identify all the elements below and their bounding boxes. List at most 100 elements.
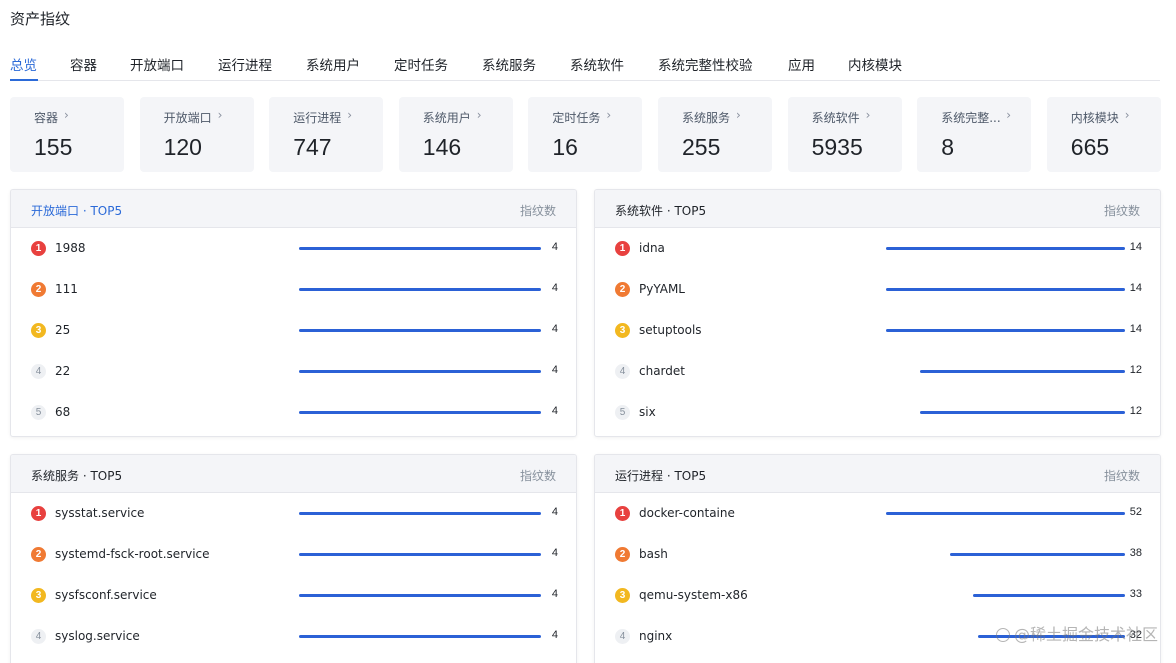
- panel-title: 系统服务 · TOP5: [31, 469, 123, 483]
- stat-card[interactable]: 运行进程 › 747: [269, 97, 384, 172]
- chevron-right-icon: ›: [606, 108, 612, 122]
- value-bar: [886, 512, 1125, 515]
- stat-card[interactable]: 内核模块 › 665: [1046, 97, 1161, 172]
- stat-card[interactable]: 系统服务 › 255: [658, 97, 772, 172]
- value-bar: [299, 247, 541, 250]
- chevron-right-icon: ›: [1006, 108, 1011, 122]
- list-item[interactable]: 4 chardet 12: [595, 364, 1160, 405]
- tab-item[interactable]: 系统软件: [570, 54, 624, 74]
- panel-header: 运行进程 · TOP5 指纹数: [595, 455, 1160, 493]
- stat-card-label: 系统服务: [682, 111, 731, 125]
- rank-badge: 1: [31, 241, 46, 256]
- value-bar: [886, 247, 1125, 250]
- value-bar: [886, 329, 1125, 332]
- tab-item[interactable]: 容器: [70, 54, 97, 74]
- list-item[interactable]: 5 six 12: [595, 405, 1160, 436]
- panel-metric-label: 指纹数: [519, 469, 556, 483]
- tab-item[interactable]: 系统用户: [306, 54, 360, 74]
- item-name: 25: [55, 323, 71, 337]
- stat-card[interactable]: 系统用户 › 146: [398, 97, 513, 172]
- item-value: 4: [551, 323, 558, 335]
- chevron-right-icon: ›: [1124, 108, 1130, 122]
- item-value: 4: [551, 629, 558, 641]
- rank-badge: 4: [31, 364, 46, 379]
- list-item[interactable]: 1 docker-containe 52: [595, 506, 1160, 547]
- list-item[interactable]: 1 sysstat.service 4: [11, 506, 576, 547]
- stat-card-value: 146: [422, 134, 462, 160]
- item-value: 38: [1129, 547, 1142, 559]
- list-item[interactable]: 4 syslog.service 4: [11, 629, 576, 663]
- stat-card-label: 系统软件: [811, 111, 860, 125]
- chevron-right-icon: ›: [64, 108, 69, 122]
- chevron-right-icon: ›: [217, 108, 223, 122]
- item-value: 4: [551, 506, 558, 518]
- value-bar: [920, 370, 1125, 373]
- list-item[interactable]: 2 PyYAML 14: [595, 282, 1160, 323]
- item-name: syslog.service: [55, 629, 140, 643]
- panel-header: 开放端口 · TOP5 指纹数: [11, 190, 576, 228]
- tab-item[interactable]: 系统服务: [482, 54, 536, 74]
- list-item[interactable]: 2 111 4: [11, 282, 576, 323]
- item-name: 22: [55, 364, 71, 378]
- item-name: bash: [639, 547, 668, 561]
- stat-card-label: 开放端口: [163, 111, 212, 125]
- stat-card-label: 定时任务: [552, 111, 601, 125]
- list-item[interactable]: 2 systemd-fsck-root.service 4: [11, 547, 576, 588]
- value-bar: [299, 329, 541, 332]
- item-value: 14: [1129, 282, 1142, 294]
- item-value: 4: [551, 241, 558, 253]
- tab-item[interactable]: 内核模块: [848, 54, 902, 74]
- tab-item[interactable]: 定时任务: [394, 54, 448, 74]
- item-name: sysstat.service: [55, 506, 145, 520]
- rank-badge: 4: [615, 629, 630, 644]
- panel-title[interactable]: 开放端口 · TOP5: [31, 202, 122, 219]
- rank-badge: 4: [31, 629, 46, 644]
- value-bar: [973, 594, 1125, 597]
- list-item[interactable]: 5 68 4: [11, 405, 576, 436]
- panel-title: 系统软件 · TOP5: [615, 204, 707, 218]
- stat-card-value: 120: [163, 134, 202, 160]
- rank-badge: 1: [615, 241, 630, 256]
- item-name: sysfsconf.service: [55, 588, 157, 602]
- list-item[interactable]: 1 1988 4: [11, 241, 576, 282]
- list-item[interactable]: 2 bash 38: [595, 547, 1160, 588]
- stat-card[interactable]: 系统完整... › 8: [917, 97, 1032, 172]
- tab-item[interactable]: 应用: [788, 54, 815, 74]
- chevron-right-icon: ›: [347, 108, 352, 122]
- tab-item[interactable]: 系统完整性校验: [658, 54, 753, 74]
- tab-item[interactable]: 开放端口: [130, 54, 184, 74]
- item-name: 68: [55, 405, 71, 419]
- stat-card[interactable]: 定时任务 › 16: [528, 97, 643, 172]
- item-name: setuptools: [639, 323, 702, 337]
- stat-card[interactable]: 系统软件 › 5935: [787, 97, 902, 172]
- list-item[interactable]: 4 22 4: [11, 364, 576, 405]
- rank-badge: 2: [615, 547, 630, 562]
- list-item[interactable]: 1 idna 14: [595, 241, 1160, 282]
- top5-panel: 系统服务 · TOP5 指纹数 1 sysstat.service 4 2 systemd-…: [10, 454, 577, 663]
- list-item[interactable]: 3 sysfsconf.service 4: [11, 588, 576, 629]
- list-item[interactable]: 3 25 4: [11, 323, 576, 364]
- rank-badge: 5: [31, 405, 46, 420]
- stat-card[interactable]: 开放端口 › 120: [139, 97, 254, 172]
- value-bar: [299, 594, 541, 597]
- item-value: 14: [1129, 241, 1142, 253]
- rank-badge: 2: [31, 282, 46, 297]
- rank-badge: 3: [615, 588, 630, 603]
- value-bar: [299, 512, 541, 515]
- rank-badge: 1: [615, 506, 630, 521]
- chevron-right-icon: ›: [865, 108, 871, 122]
- stat-card-label: 系统完整...: [941, 111, 1001, 125]
- rank-badge: 3: [31, 588, 46, 603]
- item-value: 12: [1129, 405, 1142, 417]
- tab-overview[interactable]: 总览: [10, 54, 37, 74]
- stat-card[interactable]: 容器 › 155: [10, 97, 124, 172]
- tab-item[interactable]: 运行进程: [218, 54, 272, 74]
- stat-card-value: 8: [941, 134, 954, 160]
- rank-badge: 4: [615, 364, 630, 379]
- list-item[interactable]: 3 setuptools 14: [595, 323, 1160, 364]
- value-bar: [299, 370, 541, 373]
- item-name: nginx: [639, 629, 673, 643]
- chevron-right-icon: ›: [736, 108, 741, 122]
- item-name: docker-containe: [639, 506, 735, 520]
- panel-header: 系统服务 · TOP5 指纹数: [11, 455, 576, 493]
